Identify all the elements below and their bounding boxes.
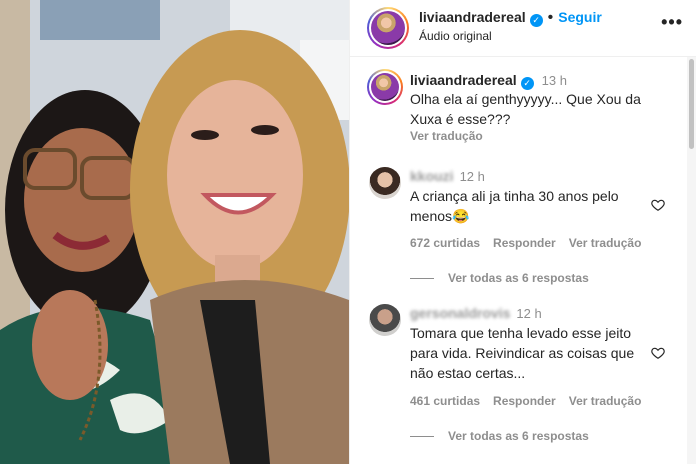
- comment-line-1: A criança ali ja tinha 30 anos pelo: [410, 188, 619, 204]
- comment-time: 12 h: [459, 169, 485, 184]
- comment-line-2: menos😂: [410, 208, 470, 224]
- translate-link[interactable]: Ver tradução: [569, 236, 642, 250]
- author-username[interactable]: liviaandradereal: [419, 9, 526, 25]
- verified-badge-icon: ✓: [529, 14, 543, 27]
- caption-text: Olha ela aí genthyyyyy... Que Xou da Xux…: [410, 89, 641, 129]
- comment-text: A criança ali ja tinha 30 anos pelo meno…: [410, 186, 619, 226]
- audio-label[interactable]: Áudio original: [419, 29, 492, 43]
- comment-header: gersonaldrovis 12 h: [410, 305, 542, 323]
- comment-avatar[interactable]: [369, 304, 401, 336]
- comment-username[interactable]: kkouzi: [410, 168, 454, 184]
- author-line: liviaandradereal ✓ • Seguir: [419, 9, 602, 27]
- comment-likes[interactable]: 461 curtidas: [410, 394, 480, 408]
- follow-button[interactable]: Seguir: [558, 9, 602, 25]
- comments-scrollbar[interactable]: [687, 57, 696, 464]
- caption-username[interactable]: liviaandradereal: [410, 72, 517, 88]
- reply-button[interactable]: Responder: [493, 394, 556, 408]
- translate-link[interactable]: Ver tradução: [569, 394, 642, 408]
- replies-divider: [410, 278, 434, 280]
- replies-divider: [410, 436, 434, 438]
- comments-panel: liviaandradereal ✓ • Seguir Áudio original …: [349, 0, 696, 464]
- caption-line-2: Xuxa é esse???: [410, 111, 511, 127]
- comment-line-2: para vida. Reivindicar as coisas que: [410, 345, 635, 361]
- separator-dot: •: [547, 9, 554, 26]
- comment-actions: 672 curtidas Responder Ver tradução: [410, 236, 654, 250]
- like-heart-icon[interactable]: [651, 346, 665, 360]
- caption-time: 13 h: [541, 73, 567, 88]
- comment-time: 12 h: [516, 306, 542, 321]
- view-replies-button[interactable]: Ver todas as 6 respostas: [410, 271, 589, 285]
- view-replies-label: Ver todas as 6 respostas: [448, 271, 589, 285]
- author-avatar[interactable]: [367, 7, 409, 49]
- comment-text: Tomara que tenha levado esse jeito para …: [410, 323, 634, 383]
- caption-line-1: Olha ela aí genthyyyyy... Que Xou da: [410, 91, 641, 107]
- post-header: liviaandradereal ✓ • Seguir Áudio original …: [350, 0, 696, 57]
- like-heart-icon[interactable]: [651, 198, 665, 212]
- reply-button[interactable]: Responder: [493, 236, 556, 250]
- more-options-icon[interactable]: •••: [661, 12, 683, 33]
- comment-line-1: Tomara que tenha levado esse jeito: [410, 325, 632, 341]
- comment-header: kkouzi 12 h: [410, 168, 485, 186]
- post-photo[interactable]: [0, 0, 349, 464]
- comment-username[interactable]: gersonaldrovis: [410, 305, 510, 321]
- comment-line-3: não estao certas...: [410, 365, 526, 381]
- view-replies-label: Ver todas as 6 respostas: [448, 429, 589, 443]
- comment-avatar[interactable]: [369, 167, 401, 199]
- scrollbar-thumb[interactable]: [689, 59, 694, 149]
- caption-translate-link[interactable]: Ver tradução: [410, 129, 483, 143]
- comment-likes[interactable]: 672 curtidas: [410, 236, 480, 250]
- view-replies-button[interactable]: Ver todas as 6 respostas: [410, 429, 589, 443]
- caption-avatar[interactable]: [367, 69, 403, 105]
- caption-header: liviaandradereal ✓ 13 h: [410, 72, 567, 90]
- comment-actions: 461 curtidas Responder Ver tradução: [410, 394, 654, 408]
- photo-illustration: [0, 0, 349, 464]
